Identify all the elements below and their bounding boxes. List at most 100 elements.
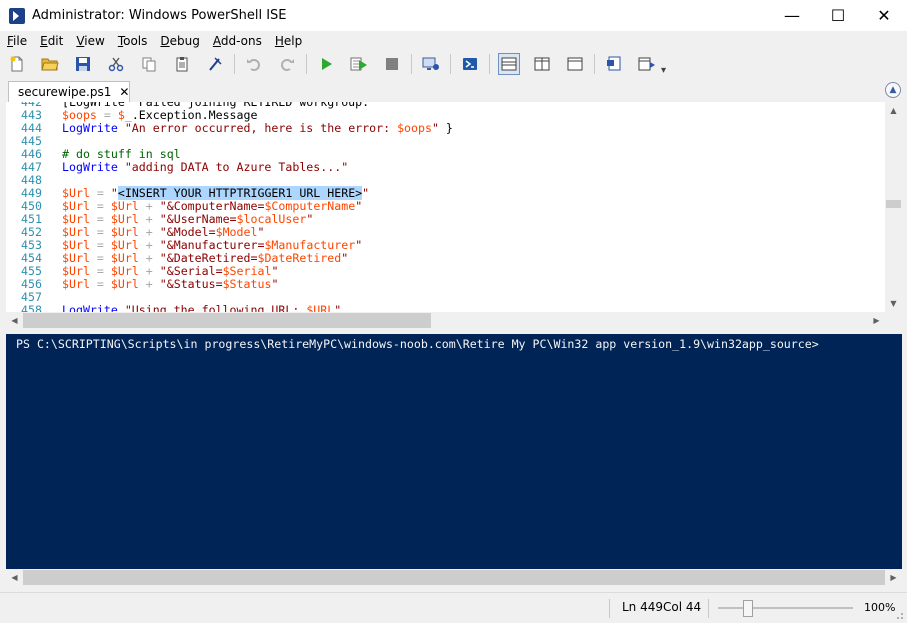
script-tab-strip: securewipe.ps1 ✕ ▲ <box>0 79 907 102</box>
menu-file[interactable]: File <box>0 34 33 48</box>
zoom-slider-thumb[interactable] <box>743 600 753 617</box>
code-token: = <box>89 199 111 213</box>
code-token: " <box>362 186 370 200</box>
remote-computer-icon <box>422 57 439 70</box>
toolbar-separator <box>594 54 595 74</box>
new-script-button[interactable] <box>6 53 28 75</box>
console-pane[interactable]: PS C:\SCRIPTING\Scripts\in progress\Reti… <box>6 334 885 569</box>
undo-button[interactable] <box>243 53 265 75</box>
scrollbar-thumb[interactable] <box>23 570 885 585</box>
code-token: $Serial <box>222 264 272 278</box>
code-token: = <box>89 225 111 239</box>
scroll-right-icon[interactable]: ▶ <box>868 312 885 329</box>
editor-vertical-scrollbar[interactable]: ▲ ▼ <box>885 102 902 312</box>
code-token: = <box>89 277 111 291</box>
code-line[interactable]: 447 LogWrite "adding DATA to Azure Tables… <box>6 161 885 174</box>
scroll-up-icon[interactable]: ▲ <box>885 102 902 119</box>
show-script-right-button[interactable] <box>531 53 553 75</box>
toolbar-overflow-icon[interactable]: ▾ <box>661 65 666 76</box>
floppy-disk-icon <box>76 57 90 71</box>
console-horizontal-scrollbar[interactable]: ◀ ▶ <box>6 569 902 586</box>
scroll-left-icon[interactable]: ◀ <box>6 312 23 329</box>
show-command-addon-button[interactable] <box>636 53 658 75</box>
scroll-down-icon[interactable]: ▼ <box>885 295 902 312</box>
menu-add-ons[interactable]: Add-ons <box>206 34 268 48</box>
zoom-slider-track[interactable] <box>718 607 853 609</box>
console-vertical-scrollbar[interactable] <box>885 334 902 569</box>
save-button[interactable] <box>72 53 94 75</box>
show-script-top-button[interactable] <box>498 53 520 75</box>
code-token: # do stuff in sql <box>62 147 181 161</box>
collapse-script-pane-button[interactable]: ▲ <box>885 82 901 98</box>
menu-bar: File Edit View Tools Debug Add-ons Help <box>0 31 907 51</box>
maximize-button[interactable]: ☐ <box>815 0 861 31</box>
show-script-maximized-button[interactable] <box>564 53 586 75</box>
code-token: " <box>271 264 279 278</box>
minimize-button[interactable]: — <box>769 0 815 31</box>
code-text: LogWrite "An error occurred, here is the… <box>62 122 453 135</box>
menu-edit[interactable]: Edit <box>33 34 69 48</box>
open-button[interactable] <box>39 53 61 75</box>
layout-right-icon <box>534 57 550 71</box>
code-token: + <box>138 277 160 291</box>
scrollbar-thumb[interactable] <box>23 313 431 328</box>
menu-tools[interactable]: Tools <box>111 34 154 48</box>
code-token: LogWrite <box>62 121 118 135</box>
scroll-left-icon[interactable]: ◀ <box>6 569 23 586</box>
status-divider <box>708 599 709 618</box>
editor-horizontal-scrollbar[interactable]: ◀ ▶ <box>6 312 885 329</box>
close-icon[interactable]: ✕ <box>119 85 129 99</box>
code-token: = <box>89 212 111 226</box>
script-editor[interactable]: 442 [LogWrite "Failed joining RETIRED wor… <box>6 102 885 312</box>
code-token: "&Model= <box>159 225 216 239</box>
code-token: "adding DATA to Azure Tables..." <box>124 160 349 174</box>
code-token: $_ <box>117 108 132 122</box>
code-token: $Model <box>215 225 258 239</box>
copy-icon <box>142 57 156 72</box>
run-script-button[interactable] <box>315 53 337 75</box>
code-token: $Url <box>62 238 90 252</box>
stop-button[interactable] <box>381 53 403 75</box>
scrollbar-thumb[interactable] <box>886 200 901 208</box>
copy-button[interactable] <box>138 53 160 75</box>
window-title: Administrator: Windows PowerShell ISE <box>32 8 287 23</box>
close-button[interactable]: ✕ <box>861 0 907 31</box>
menu-view[interactable]: View <box>69 34 110 48</box>
code-token: = <box>89 238 111 252</box>
new-remote-tab-button[interactable] <box>420 53 442 75</box>
window-controls: — ☐ ✕ <box>769 0 907 31</box>
scroll-right-icon[interactable]: ▶ <box>885 569 902 586</box>
start-powershell-button[interactable] <box>459 53 481 75</box>
code-line[interactable]: 456 $Url = $Url + "&Status=$Status" <box>6 278 885 291</box>
code-text: LogWrite "adding DATA to Azure Tables...… <box>62 161 348 174</box>
code-token: "&UserName= <box>159 212 237 226</box>
tab-securewipe[interactable]: securewipe.ps1 ✕ <box>8 81 130 102</box>
run-selection-button[interactable] <box>348 53 370 75</box>
show-commands-button[interactable] <box>603 53 625 75</box>
tab-label: securewipe.ps1 <box>18 85 112 99</box>
code-token: $Url <box>110 238 139 252</box>
redo-button[interactable] <box>276 53 298 75</box>
code-line[interactable]: 444 LogWrite "An error occurred, here is … <box>6 122 885 135</box>
code-line[interactable]: 458 LogWrite "Using the following URL: $U… <box>6 303 885 313</box>
code-token: "Using the following URL: <box>124 303 307 313</box>
code-token: $Url <box>62 199 90 213</box>
line-number: 458 <box>21 303 42 313</box>
code-token: " <box>271 277 279 291</box>
cut-button[interactable] <box>105 53 127 75</box>
menu-debug[interactable]: Debug <box>153 34 205 48</box>
toolbar: ▾ <box>0 51 907 77</box>
layout-top-icon <box>501 57 517 71</box>
resize-grip-icon[interactable] <box>894 610 904 620</box>
code-token: "&Serial= <box>159 264 223 278</box>
clear-console-button[interactable] <box>204 53 226 75</box>
menu-help[interactable]: Help <box>268 34 308 48</box>
scissors-icon <box>108 57 124 72</box>
toolbar-separator <box>234 54 235 74</box>
code-token: $oops <box>397 121 432 135</box>
code-token: } <box>438 121 453 135</box>
code-text: $Url = $Url + "&Status=$Status" <box>62 278 278 291</box>
paste-button[interactable] <box>171 53 193 75</box>
title-bar: Administrator: Windows PowerShell ISE — … <box>0 0 907 31</box>
